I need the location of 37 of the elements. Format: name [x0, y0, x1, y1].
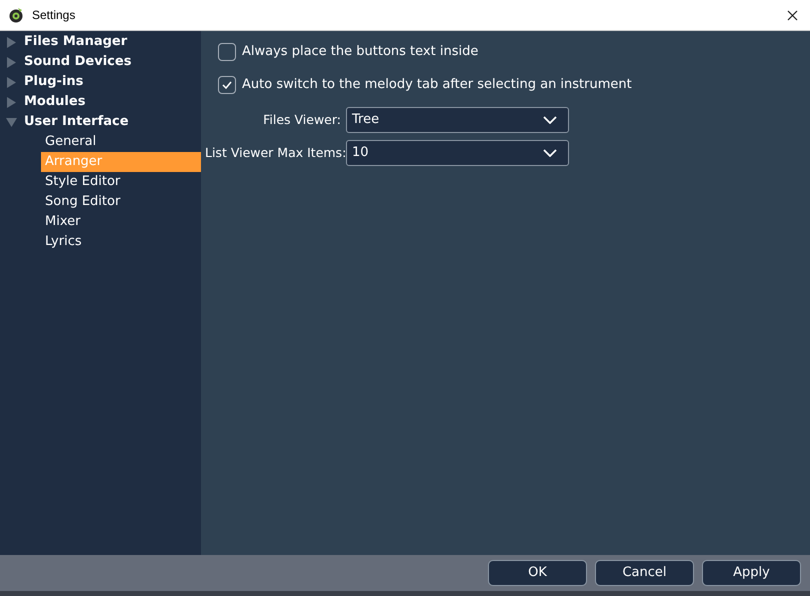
triangle-right-icon[interactable]	[6, 76, 17, 88]
window-title: Settings	[32, 7, 76, 24]
dropdown[interactable]: 10	[346, 140, 569, 166]
dialog-button[interactable]: Apply	[702, 560, 801, 586]
tree-item[interactable]: Files Manager	[0, 32, 201, 52]
tree-item-label: Plug-ins	[24, 73, 84, 92]
tree-item-label: Files Manager	[24, 33, 128, 52]
chevron-down-icon	[543, 116, 557, 124]
tree-item[interactable]: General	[41, 132, 201, 152]
dropdown[interactable]: Tree	[346, 107, 569, 133]
tree-item[interactable]: Style Editor	[41, 172, 201, 192]
field-label: List Viewer Max Items:	[205, 144, 346, 162]
tree-item[interactable]: Song Editor	[41, 192, 201, 212]
close-icon[interactable]	[787, 10, 798, 20]
tree-item-label: Modules	[24, 93, 86, 112]
tree-item[interactable]: Sound Devices	[0, 52, 201, 72]
checkbox[interactable]	[218, 76, 236, 94]
tree-item-label: Sound Devices	[24, 53, 132, 72]
app-logo-icon	[8, 7, 24, 23]
checkbox[interactable]	[218, 43, 236, 61]
triangle-right-icon[interactable]	[6, 96, 17, 108]
field-label: Files Viewer:	[262, 110, 342, 129]
checkbox-label: Auto switch to the melody tab after selecting an instrument	[242, 76, 632, 94]
tree-item[interactable]: Modules	[0, 92, 201, 112]
tree-item[interactable]: Plug-ins	[0, 72, 201, 92]
tree-item[interactable]: User Interface	[0, 112, 201, 132]
tree-item[interactable]: Lyrics	[41, 232, 201, 252]
tree-item[interactable]: Mixer	[41, 212, 201, 232]
triangle-down-icon[interactable]	[6, 116, 17, 128]
checkbox-label: Always place the buttons text inside	[242, 43, 478, 62]
dialog-button[interactable]: OK	[488, 560, 587, 586]
chevron-down-icon	[543, 149, 557, 157]
checkmark-icon	[222, 81, 232, 89]
triangle-right-icon[interactable]	[6, 56, 17, 68]
triangle-right-icon[interactable]	[6, 36, 17, 48]
tree-item-label: User Interface	[24, 113, 129, 132]
dialog-button[interactable]: Cancel	[595, 560, 694, 586]
